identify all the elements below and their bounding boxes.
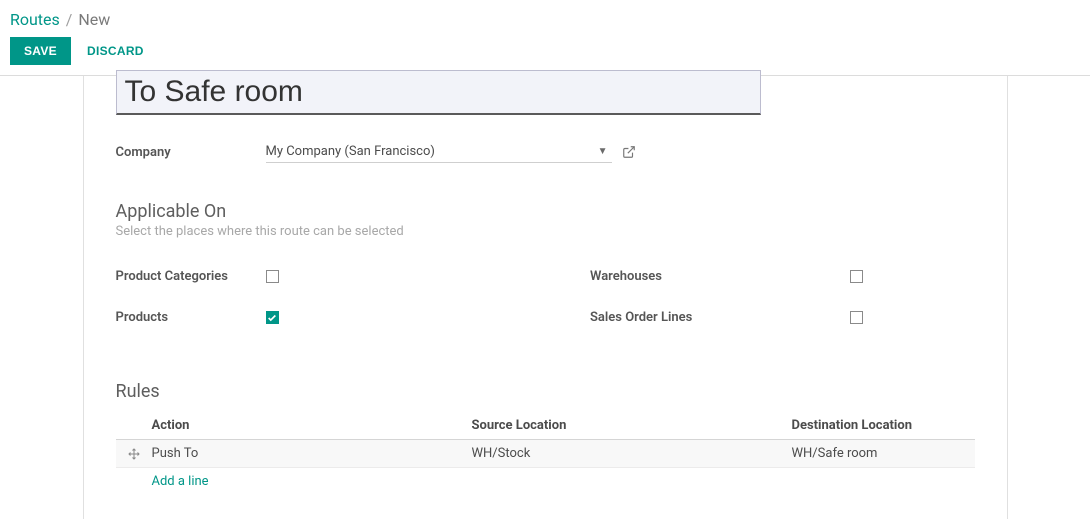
breadcrumb-current: New — [78, 10, 110, 29]
product-categories-row: Product Categories — [116, 269, 501, 284]
warehouses-label: Warehouses — [590, 269, 850, 284]
product-categories-checkbox[interactable] — [266, 270, 279, 283]
discard-button[interactable]: DISCARD — [87, 44, 144, 58]
product-categories-label: Product Categories — [116, 269, 266, 284]
add-line-button[interactable]: Add a line — [152, 474, 209, 489]
applicable-col-right: Warehouses Sales Order Lines — [500, 269, 975, 351]
warehouses-checkbox[interactable] — [850, 270, 863, 283]
cell-dest: WH/Safe room — [792, 446, 975, 461]
sales-order-lines-row: Sales Order Lines — [590, 310, 975, 325]
save-button[interactable]: SAVE — [10, 37, 71, 65]
company-label: Company — [116, 145, 266, 160]
header: Routes / New SAVE DISCARD — [0, 0, 1090, 75]
applicable-grid: Product Categories Products Warehouses — [116, 269, 975, 351]
rules-table: Action Source Location Destination Locat… — [116, 412, 975, 495]
products-label: Products — [116, 310, 266, 325]
col-header-source: Source Location — [472, 418, 792, 433]
rules-header-row: Action Source Location Destination Locat… — [116, 412, 975, 440]
warehouses-row: Warehouses — [590, 269, 975, 284]
sales-order-lines-label: Sales Order Lines — [590, 310, 850, 325]
cell-action: Push To — [152, 446, 472, 461]
breadcrumb: Routes / New — [10, 10, 1074, 29]
external-link-icon[interactable] — [622, 145, 636, 159]
breadcrumb-separator: / — [66, 10, 73, 29]
sales-order-lines-checkbox[interactable] — [850, 311, 863, 324]
route-name-input[interactable] — [116, 70, 761, 115]
company-value: My Company (San Francisco) — [266, 141, 594, 162]
company-select[interactable]: My Company (San Francisco) ▼ — [266, 141, 612, 163]
applicable-heading: Applicable On — [116, 201, 975, 222]
main-area: Company My Company (San Francisco) ▼ App… — [0, 76, 1090, 519]
breadcrumb-root[interactable]: Routes — [10, 10, 60, 29]
table-row[interactable]: Push To WH/Stock WH/Safe room — [116, 440, 975, 468]
chevron-down-icon: ▼ — [594, 146, 612, 157]
rules-heading: Rules — [116, 381, 975, 402]
drag-handle-icon[interactable] — [128, 448, 152, 460]
rules-add-row: Add a line — [116, 468, 975, 495]
col-header-dest: Destination Location — [792, 418, 975, 433]
col-header-action: Action — [152, 418, 472, 433]
cell-source: WH/Stock — [472, 446, 792, 461]
applicable-help: Select the places where this route can b… — [116, 224, 975, 239]
products-row: Products — [116, 310, 501, 325]
products-checkbox[interactable] — [266, 311, 279, 324]
company-field: Company My Company (San Francisco) ▼ — [116, 141, 975, 163]
applicable-col-left: Product Categories Products — [116, 269, 501, 351]
form-sheet: Company My Company (San Francisco) ▼ App… — [83, 76, 1008, 519]
